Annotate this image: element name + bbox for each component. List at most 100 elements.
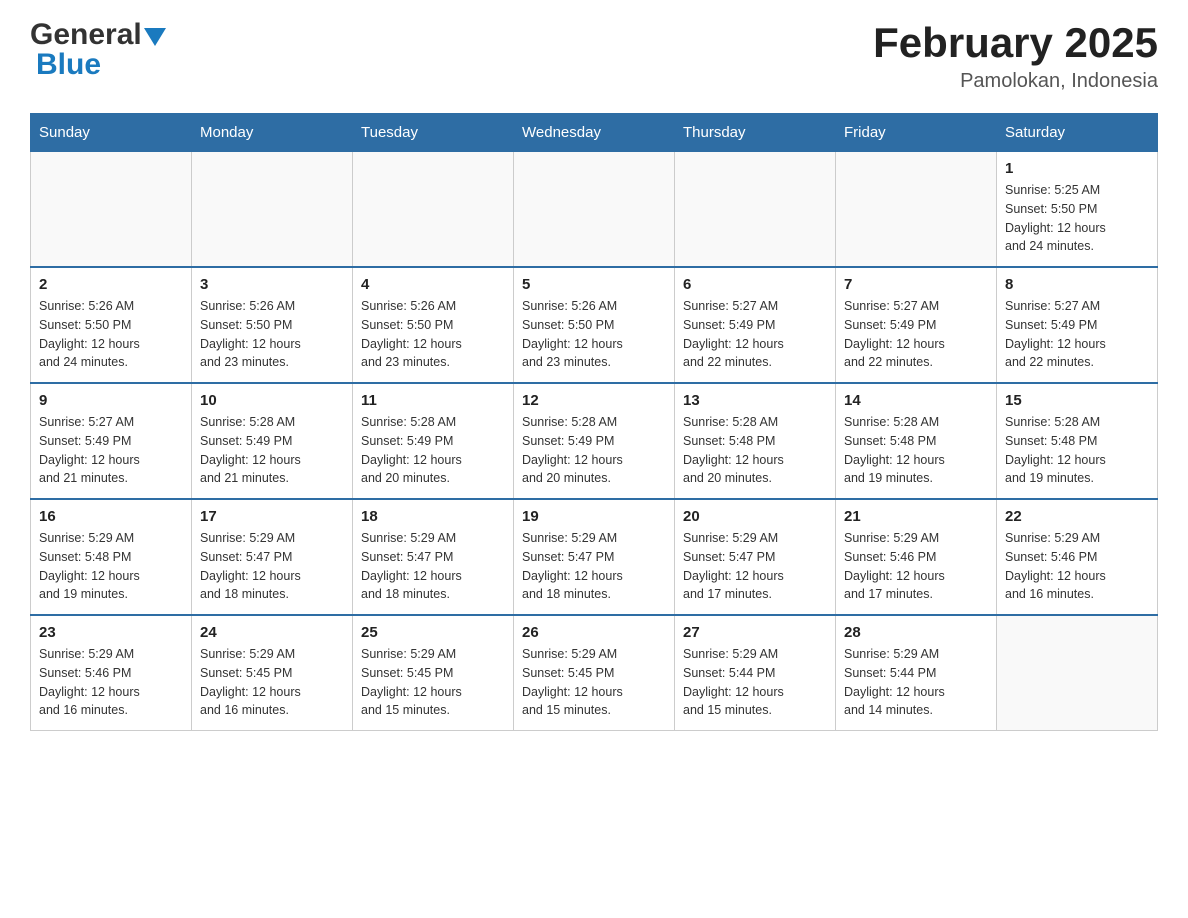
header-sunday: Sunday	[31, 114, 192, 152]
day-number: 12	[522, 392, 666, 409]
day-number: 20	[683, 508, 827, 525]
day-info: Sunrise: 5:28 AMSunset: 5:48 PMDaylight:…	[683, 413, 827, 488]
day-number: 1	[1005, 160, 1149, 177]
table-row: 17 Sunrise: 5:29 AMSunset: 5:47 PMDayligh…	[192, 499, 353, 615]
weekday-header-row: Sunday Monday Tuesday Wednesday Thursday…	[31, 114, 1158, 152]
calendar-table: Sunday Monday Tuesday Wednesday Thursday…	[30, 113, 1158, 731]
day-info: Sunrise: 5:29 AMSunset: 5:47 PMDaylight:…	[522, 529, 666, 604]
table-row	[997, 615, 1158, 731]
day-info: Sunrise: 5:29 AMSunset: 5:46 PMDaylight:…	[1005, 529, 1149, 604]
day-info: Sunrise: 5:29 AMSunset: 5:44 PMDaylight:…	[844, 645, 988, 720]
table-row: 15 Sunrise: 5:28 AMSunset: 5:48 PMDayligh…	[997, 383, 1158, 499]
calendar-week-row: 23 Sunrise: 5:29 AMSunset: 5:46 PMDayligh…	[31, 615, 1158, 731]
header-tuesday: Tuesday	[353, 114, 514, 152]
table-row	[675, 152, 836, 268]
day-number: 3	[200, 276, 344, 293]
table-row: 21 Sunrise: 5:29 AMSunset: 5:46 PMDayligh…	[836, 499, 997, 615]
day-number: 25	[361, 624, 505, 641]
day-info: Sunrise: 5:28 AMSunset: 5:49 PMDaylight:…	[522, 413, 666, 488]
day-number: 9	[39, 392, 183, 409]
table-row: 11 Sunrise: 5:28 AMSunset: 5:49 PMDayligh…	[353, 383, 514, 499]
day-number: 2	[39, 276, 183, 293]
day-number: 15	[1005, 392, 1149, 409]
logo-text-general: General	[30, 20, 142, 50]
table-row: 22 Sunrise: 5:29 AMSunset: 5:46 PMDayligh…	[997, 499, 1158, 615]
table-row	[514, 152, 675, 268]
table-row: 4 Sunrise: 5:26 AMSunset: 5:50 PMDaylight…	[353, 267, 514, 383]
day-info: Sunrise: 5:26 AMSunset: 5:50 PMDaylight:…	[39, 297, 183, 372]
day-info: Sunrise: 5:28 AMSunset: 5:49 PMDaylight:…	[361, 413, 505, 488]
table-row: 27 Sunrise: 5:29 AMSunset: 5:44 PMDayligh…	[675, 615, 836, 731]
day-number: 26	[522, 624, 666, 641]
day-info: Sunrise: 5:27 AMSunset: 5:49 PMDaylight:…	[844, 297, 988, 372]
table-row: 13 Sunrise: 5:28 AMSunset: 5:48 PMDayligh…	[675, 383, 836, 499]
day-info: Sunrise: 5:27 AMSunset: 5:49 PMDaylight:…	[1005, 297, 1149, 372]
day-number: 10	[200, 392, 344, 409]
calendar-subtitle: Pamolokan, Indonesia	[873, 70, 1158, 93]
day-number: 22	[1005, 508, 1149, 525]
day-info: Sunrise: 5:26 AMSunset: 5:50 PMDaylight:…	[361, 297, 505, 372]
day-info: Sunrise: 5:29 AMSunset: 5:47 PMDaylight:…	[200, 529, 344, 604]
day-number: 11	[361, 392, 505, 409]
calendar-week-row: 2 Sunrise: 5:26 AMSunset: 5:50 PMDaylight…	[31, 267, 1158, 383]
day-number: 8	[1005, 276, 1149, 293]
table-row	[192, 152, 353, 268]
day-info: Sunrise: 5:29 AMSunset: 5:48 PMDaylight:…	[39, 529, 183, 604]
day-info: Sunrise: 5:29 AMSunset: 5:45 PMDaylight:…	[522, 645, 666, 720]
table-row: 14 Sunrise: 5:28 AMSunset: 5:48 PMDayligh…	[836, 383, 997, 499]
day-number: 4	[361, 276, 505, 293]
header-friday: Friday	[836, 114, 997, 152]
day-info: Sunrise: 5:29 AMSunset: 5:46 PMDaylight:…	[39, 645, 183, 720]
table-row: 12 Sunrise: 5:28 AMSunset: 5:49 PMDayligh…	[514, 383, 675, 499]
table-row: 6 Sunrise: 5:27 AMSunset: 5:49 PMDaylight…	[675, 267, 836, 383]
table-row: 8 Sunrise: 5:27 AMSunset: 5:49 PMDaylight…	[997, 267, 1158, 383]
table-row: 5Sunrise: 5:26 AMSunset: 5:50 PMDaylight…	[514, 267, 675, 383]
day-info: Sunrise: 5:27 AMSunset: 5:49 PMDaylight:…	[39, 413, 183, 488]
day-info: Sunrise: 5:28 AMSunset: 5:48 PMDaylight:…	[1005, 413, 1149, 488]
logo-text-blue: Blue	[36, 48, 101, 81]
day-info: Sunrise: 5:29 AMSunset: 5:44 PMDaylight:…	[683, 645, 827, 720]
day-number: 19	[522, 508, 666, 525]
day-number: 24	[200, 624, 344, 641]
day-info: Sunrise: 5:29 AMSunset: 5:46 PMDaylight:…	[844, 529, 988, 604]
header-thursday: Thursday	[675, 114, 836, 152]
table-row	[353, 152, 514, 268]
day-number: 16	[39, 508, 183, 525]
header-monday: Monday	[192, 114, 353, 152]
day-number: 23	[39, 624, 183, 641]
day-number: 17	[200, 508, 344, 525]
day-number: 21	[844, 508, 988, 525]
day-number: 28	[844, 624, 988, 641]
title-section: February 2025 Pamolokan, Indonesia	[873, 20, 1158, 93]
day-number: 14	[844, 392, 988, 409]
day-info: Sunrise: 5:28 AMSunset: 5:49 PMDaylight:…	[200, 413, 344, 488]
day-info: Sunrise: 5:29 AMSunset: 5:45 PMDaylight:…	[361, 645, 505, 720]
table-row	[836, 152, 997, 268]
day-number: 7	[844, 276, 988, 293]
day-info: Sunrise: 5:29 AMSunset: 5:45 PMDaylight:…	[200, 645, 344, 720]
table-row: 18Sunrise: 5:29 AMSunset: 5:47 PMDayligh…	[353, 499, 514, 615]
table-row: 25 Sunrise: 5:29 AMSunset: 5:45 PMDayligh…	[353, 615, 514, 731]
table-row: 23 Sunrise: 5:29 AMSunset: 5:46 PMDayligh…	[31, 615, 192, 731]
day-info: Sunrise: 5:28 AMSunset: 5:48 PMDaylight:…	[844, 413, 988, 488]
day-number: 27	[683, 624, 827, 641]
table-row	[31, 152, 192, 268]
table-row: 19 Sunrise: 5:29 AMSunset: 5:47 PMDayligh…	[514, 499, 675, 615]
table-row: 26 Sunrise: 5:29 AMSunset: 5:45 PMDayligh…	[514, 615, 675, 731]
day-info: Sunrise: 5:25 AMSunset: 5:50 PMDaylight:…	[1005, 181, 1149, 256]
table-row: 28 Sunrise: 5:29 AMSunset: 5:44 PMDayligh…	[836, 615, 997, 731]
calendar-week-row: 1 Sunrise: 5:25 AMSunset: 5:50 PMDaylight…	[31, 152, 1158, 268]
table-row: 1 Sunrise: 5:25 AMSunset: 5:50 PMDaylight…	[997, 152, 1158, 268]
day-number: 13	[683, 392, 827, 409]
table-row: 2 Sunrise: 5:26 AMSunset: 5:50 PMDaylight…	[31, 267, 192, 383]
table-row: 24 Sunrise: 5:29 AMSunset: 5:45 PMDayligh…	[192, 615, 353, 731]
table-row: 3 Sunrise: 5:26 AMSunset: 5:50 PMDaylight…	[192, 267, 353, 383]
header-saturday: Saturday	[997, 114, 1158, 152]
logo: General Blue	[30, 20, 166, 80]
table-row: 7 Sunrise: 5:27 AMSunset: 5:49 PMDaylight…	[836, 267, 997, 383]
day-number: 6	[683, 276, 827, 293]
header-wednesday: Wednesday	[514, 114, 675, 152]
day-info: Sunrise: 5:26 AMSunset: 5:50 PMDaylight:…	[200, 297, 344, 372]
day-info: Sunrise: 5:27 AMSunset: 5:49 PMDaylight:…	[683, 297, 827, 372]
calendar-week-row: 9 Sunrise: 5:27 AMSunset: 5:49 PMDaylight…	[31, 383, 1158, 499]
